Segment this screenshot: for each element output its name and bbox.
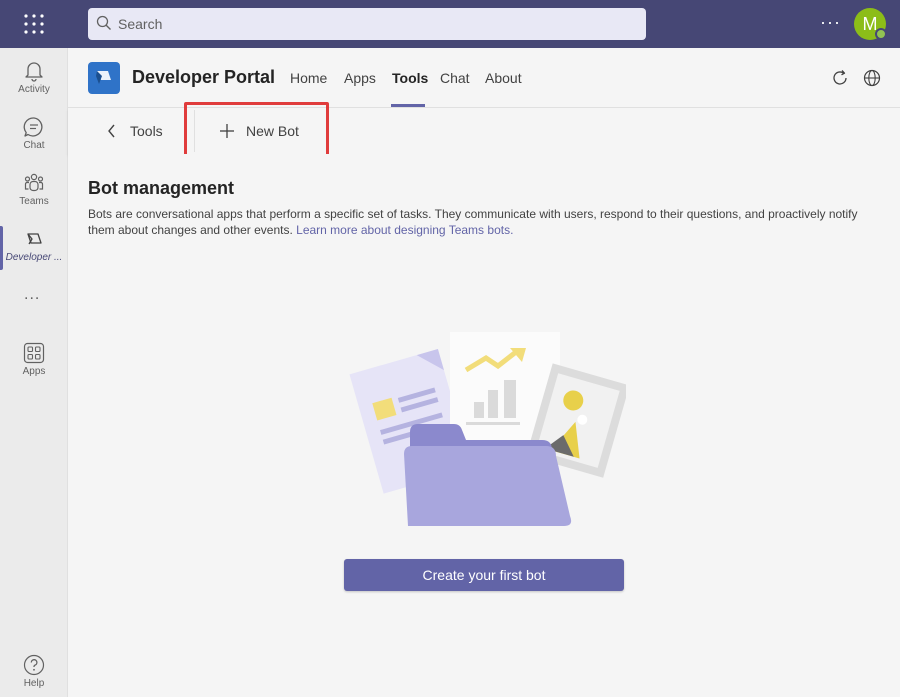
tab-tools[interactable]: Tools: [392, 70, 428, 86]
learn-more-link[interactable]: Learn more about designing Teams bots.: [296, 223, 513, 237]
rail-item-activity[interactable]: Activity: [0, 52, 68, 108]
rail-item-apps[interactable]: Apps: [0, 334, 68, 390]
developer-portal-logo: [88, 62, 120, 94]
create-first-bot-button[interactable]: Create your first bot: [344, 559, 624, 591]
tab-home[interactable]: Home: [290, 70, 327, 86]
app-title: Developer Portal: [132, 67, 276, 87]
back-to-tools-link[interactable]: Tools: [130, 123, 163, 139]
rail-item-label: Activity: [18, 84, 50, 95]
waffle-icon[interactable]: [22, 12, 46, 36]
rail-item-label: Developer ...: [5, 252, 63, 263]
tab-chat[interactable]: Chat: [440, 70, 470, 86]
rail-item-chat[interactable]: Chat: [0, 108, 68, 164]
page-title: Bot management: [88, 178, 235, 198]
refresh-icon[interactable]: [830, 68, 850, 88]
rail-item-label: Help: [23, 678, 45, 689]
app-header: Developer Portal Home Apps Tools Chat Ab…: [68, 48, 900, 108]
tab-apps[interactable]: Apps: [344, 70, 376, 86]
rail-item-label: Apps: [22, 366, 46, 377]
developer-portal-icon: [27, 233, 42, 245]
teams-icon: [24, 173, 44, 192]
rail-item-teams[interactable]: Teams: [0, 164, 68, 220]
main-content: Bot management Bots are conversational a…: [68, 154, 900, 697]
more-apps-icon[interactable]: ...: [24, 286, 40, 304]
globe-icon[interactable]: [862, 68, 882, 88]
more-icon[interactable]: ···: [820, 12, 841, 33]
presence-status-icon: [875, 28, 887, 40]
bell-icon: [25, 62, 43, 82]
rail-item-label: Chat: [23, 140, 45, 151]
search-placeholder: Search: [118, 16, 163, 32]
active-tab-indicator: [391, 104, 425, 107]
apps-icon: [23, 342, 45, 364]
rail-item-label: Teams: [19, 196, 49, 207]
rail-item-developer-portal[interactable]: Developer ...: [0, 220, 68, 276]
highlight-annotation: [184, 102, 329, 160]
rail-item-help[interactable]: Help: [0, 646, 68, 697]
tab-about[interactable]: About: [485, 70, 522, 86]
chat-icon: [23, 117, 43, 137]
help-icon: [23, 654, 45, 676]
app-rail: Activity Chat Teams Developer ... ... Ap…: [0, 48, 68, 697]
chevron-left-icon[interactable]: [106, 123, 118, 139]
search-input[interactable]: Search: [88, 8, 646, 40]
search-icon: [96, 15, 111, 30]
empty-state-illustration: [349, 332, 626, 526]
title-bar: Search ··· M: [0, 0, 900, 48]
page-description: Bots are conversational apps that perfor…: [88, 206, 878, 238]
